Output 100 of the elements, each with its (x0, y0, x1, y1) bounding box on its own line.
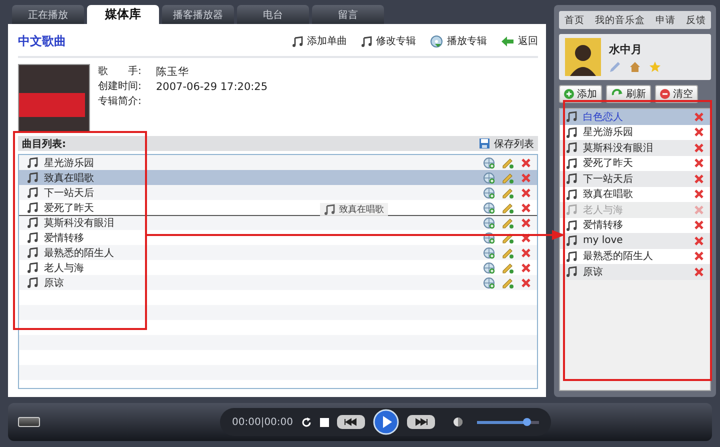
time-display: 00:00|00:00 (232, 416, 294, 428)
delete-icon[interactable] (521, 262, 531, 272)
pencil-icon[interactable] (502, 216, 514, 228)
pencil-icon[interactable] (502, 246, 514, 258)
delete-icon[interactable] (521, 202, 531, 212)
music-note-icon (566, 142, 577, 154)
add-to-playlist-icon[interactable] (483, 276, 495, 288)
tab[interactable]: 播客播放器 (162, 5, 234, 24)
pencil-icon[interactable] (502, 202, 514, 214)
add-to-playlist-icon[interactable] (483, 186, 495, 198)
add-to-playlist-icon[interactable] (483, 172, 495, 184)
delete-icon[interactable] (694, 236, 704, 246)
minus-icon (660, 89, 670, 99)
playlist-item[interactable]: 最熟悉的陌生人 (560, 248, 710, 264)
delete-icon[interactable] (694, 112, 704, 122)
delete-icon[interactable] (521, 172, 531, 182)
add-to-playlist-icon[interactable] (483, 232, 495, 244)
volume-thumb[interactable] (522, 418, 531, 426)
field-value: 陈玉华 (156, 66, 189, 78)
delete-icon[interactable] (694, 251, 704, 262)
track-row[interactable]: 下一站天后 (19, 185, 537, 200)
repeat-button[interactable] (301, 416, 312, 428)
track-row[interactable]: 最熟悉的陌生人 (19, 245, 537, 260)
album-action-link[interactable]: 返回 (501, 34, 538, 48)
album-action-link[interactable]: 添加单曲 (292, 34, 347, 48)
playlist-item[interactable]: 爱情转移 (560, 218, 710, 233)
tab[interactable]: 媒体库 (87, 5, 159, 24)
next-button[interactable] (407, 415, 436, 429)
user-name: 水中月 (609, 42, 643, 56)
album-action-link[interactable]: 播放专辑 (430, 34, 487, 48)
delete-icon[interactable] (694, 127, 704, 138)
field-label: 专辑简介: (98, 96, 142, 108)
pencil-icon[interactable] (502, 186, 514, 198)
stop-button[interactable] (320, 418, 330, 426)
add-to-playlist-icon[interactable] (483, 216, 495, 228)
playlist-item[interactable]: 爱死了昨天 (560, 156, 710, 171)
pencil-icon[interactable] (502, 262, 514, 274)
music-note-icon (27, 172, 38, 183)
delete-icon[interactable] (694, 174, 704, 184)
playlist-item[interactable]: 原谅 (560, 264, 710, 280)
delete-icon[interactable] (521, 188, 531, 198)
nav-link[interactable]: 反馈 (686, 14, 706, 26)
playlist-item[interactable]: 白色恋人 (560, 109, 710, 124)
save-list-button[interactable]: 保存列表 (479, 136, 534, 150)
delete-icon[interactable] (694, 189, 704, 200)
album-action-link[interactable]: 修改专辑 (361, 34, 416, 48)
delete-icon[interactable] (694, 266, 704, 277)
nav-link[interactable]: 申请 (655, 14, 676, 26)
pencil-icon[interactable] (502, 276, 514, 288)
delete-icon[interactable] (521, 218, 531, 228)
track-row[interactable]: 莫斯科没有眼泪 (19, 215, 537, 230)
delete-icon[interactable] (521, 232, 531, 242)
play-button[interactable] (373, 409, 400, 435)
track-title: 原谅 (44, 276, 64, 290)
pencil-icon[interactable] (502, 156, 514, 168)
tab[interactable]: 留言 (312, 5, 384, 24)
track-title: 爱死了昨天 (44, 202, 94, 214)
song-title: 原谅 (583, 266, 603, 279)
delete-icon[interactable] (521, 158, 531, 168)
track-title: 星光游乐园 (44, 156, 94, 170)
playlist-item[interactable]: 下一站天后 (560, 171, 710, 186)
music-note-icon (566, 188, 577, 200)
add-to-playlist-icon[interactable] (483, 246, 495, 258)
delete-icon[interactable] (694, 220, 704, 230)
delete-icon[interactable] (694, 158, 704, 168)
music-note-icon (324, 204, 335, 215)
tab[interactable]: 正在播放 (12, 5, 84, 24)
home-icon[interactable] (629, 60, 641, 72)
tab[interactable]: 电台 (237, 5, 309, 24)
playlist-item[interactable]: 致真在唱歌 (560, 186, 710, 202)
song-title: 星光游乐园 (583, 126, 633, 140)
add-to-playlist-icon[interactable] (483, 156, 495, 168)
track-row[interactable]: 星光游乐园 (19, 155, 537, 170)
nav-link[interactable]: 我的音乐盒 (594, 14, 645, 26)
add-to-playlist-icon[interactable] (483, 262, 495, 274)
volume-slider[interactable] (477, 420, 540, 424)
add-to-playlist-icon[interactable] (483, 202, 495, 214)
sidebar-button[interactable]: 添加 (559, 85, 602, 103)
track-title: 老人与海 (44, 262, 84, 274)
pencil-icon[interactable] (502, 172, 514, 184)
toggle-button[interactable] (18, 417, 40, 427)
music-note-icon (566, 266, 577, 278)
song-title: 下一站天后 (583, 172, 633, 186)
delete-icon[interactable] (521, 278, 531, 288)
song-title: 致真在唱歌 (583, 188, 633, 202)
track-title: 爱情转移 (44, 232, 84, 244)
delete-icon[interactable] (521, 248, 531, 258)
nav-link[interactable]: 首页 (564, 14, 584, 26)
playlist-item[interactable]: 星光游乐园 (560, 124, 710, 140)
delete-icon[interactable] (694, 142, 704, 153)
track-row[interactable]: 致真在唱歌 (19, 170, 537, 185)
song-title: my love (583, 235, 623, 246)
music-note-icon (27, 247, 38, 258)
previous-button[interactable] (337, 415, 366, 429)
playlist-item[interactable]: my love (560, 233, 710, 248)
playlist-item[interactable]: 莫斯科没有眼泪 (560, 140, 710, 156)
star-icon[interactable] (649, 60, 661, 72)
speaker-icon[interactable] (453, 417, 464, 427)
music-note-icon (27, 202, 38, 213)
track-row[interactable]: 原谅 (19, 275, 537, 290)
